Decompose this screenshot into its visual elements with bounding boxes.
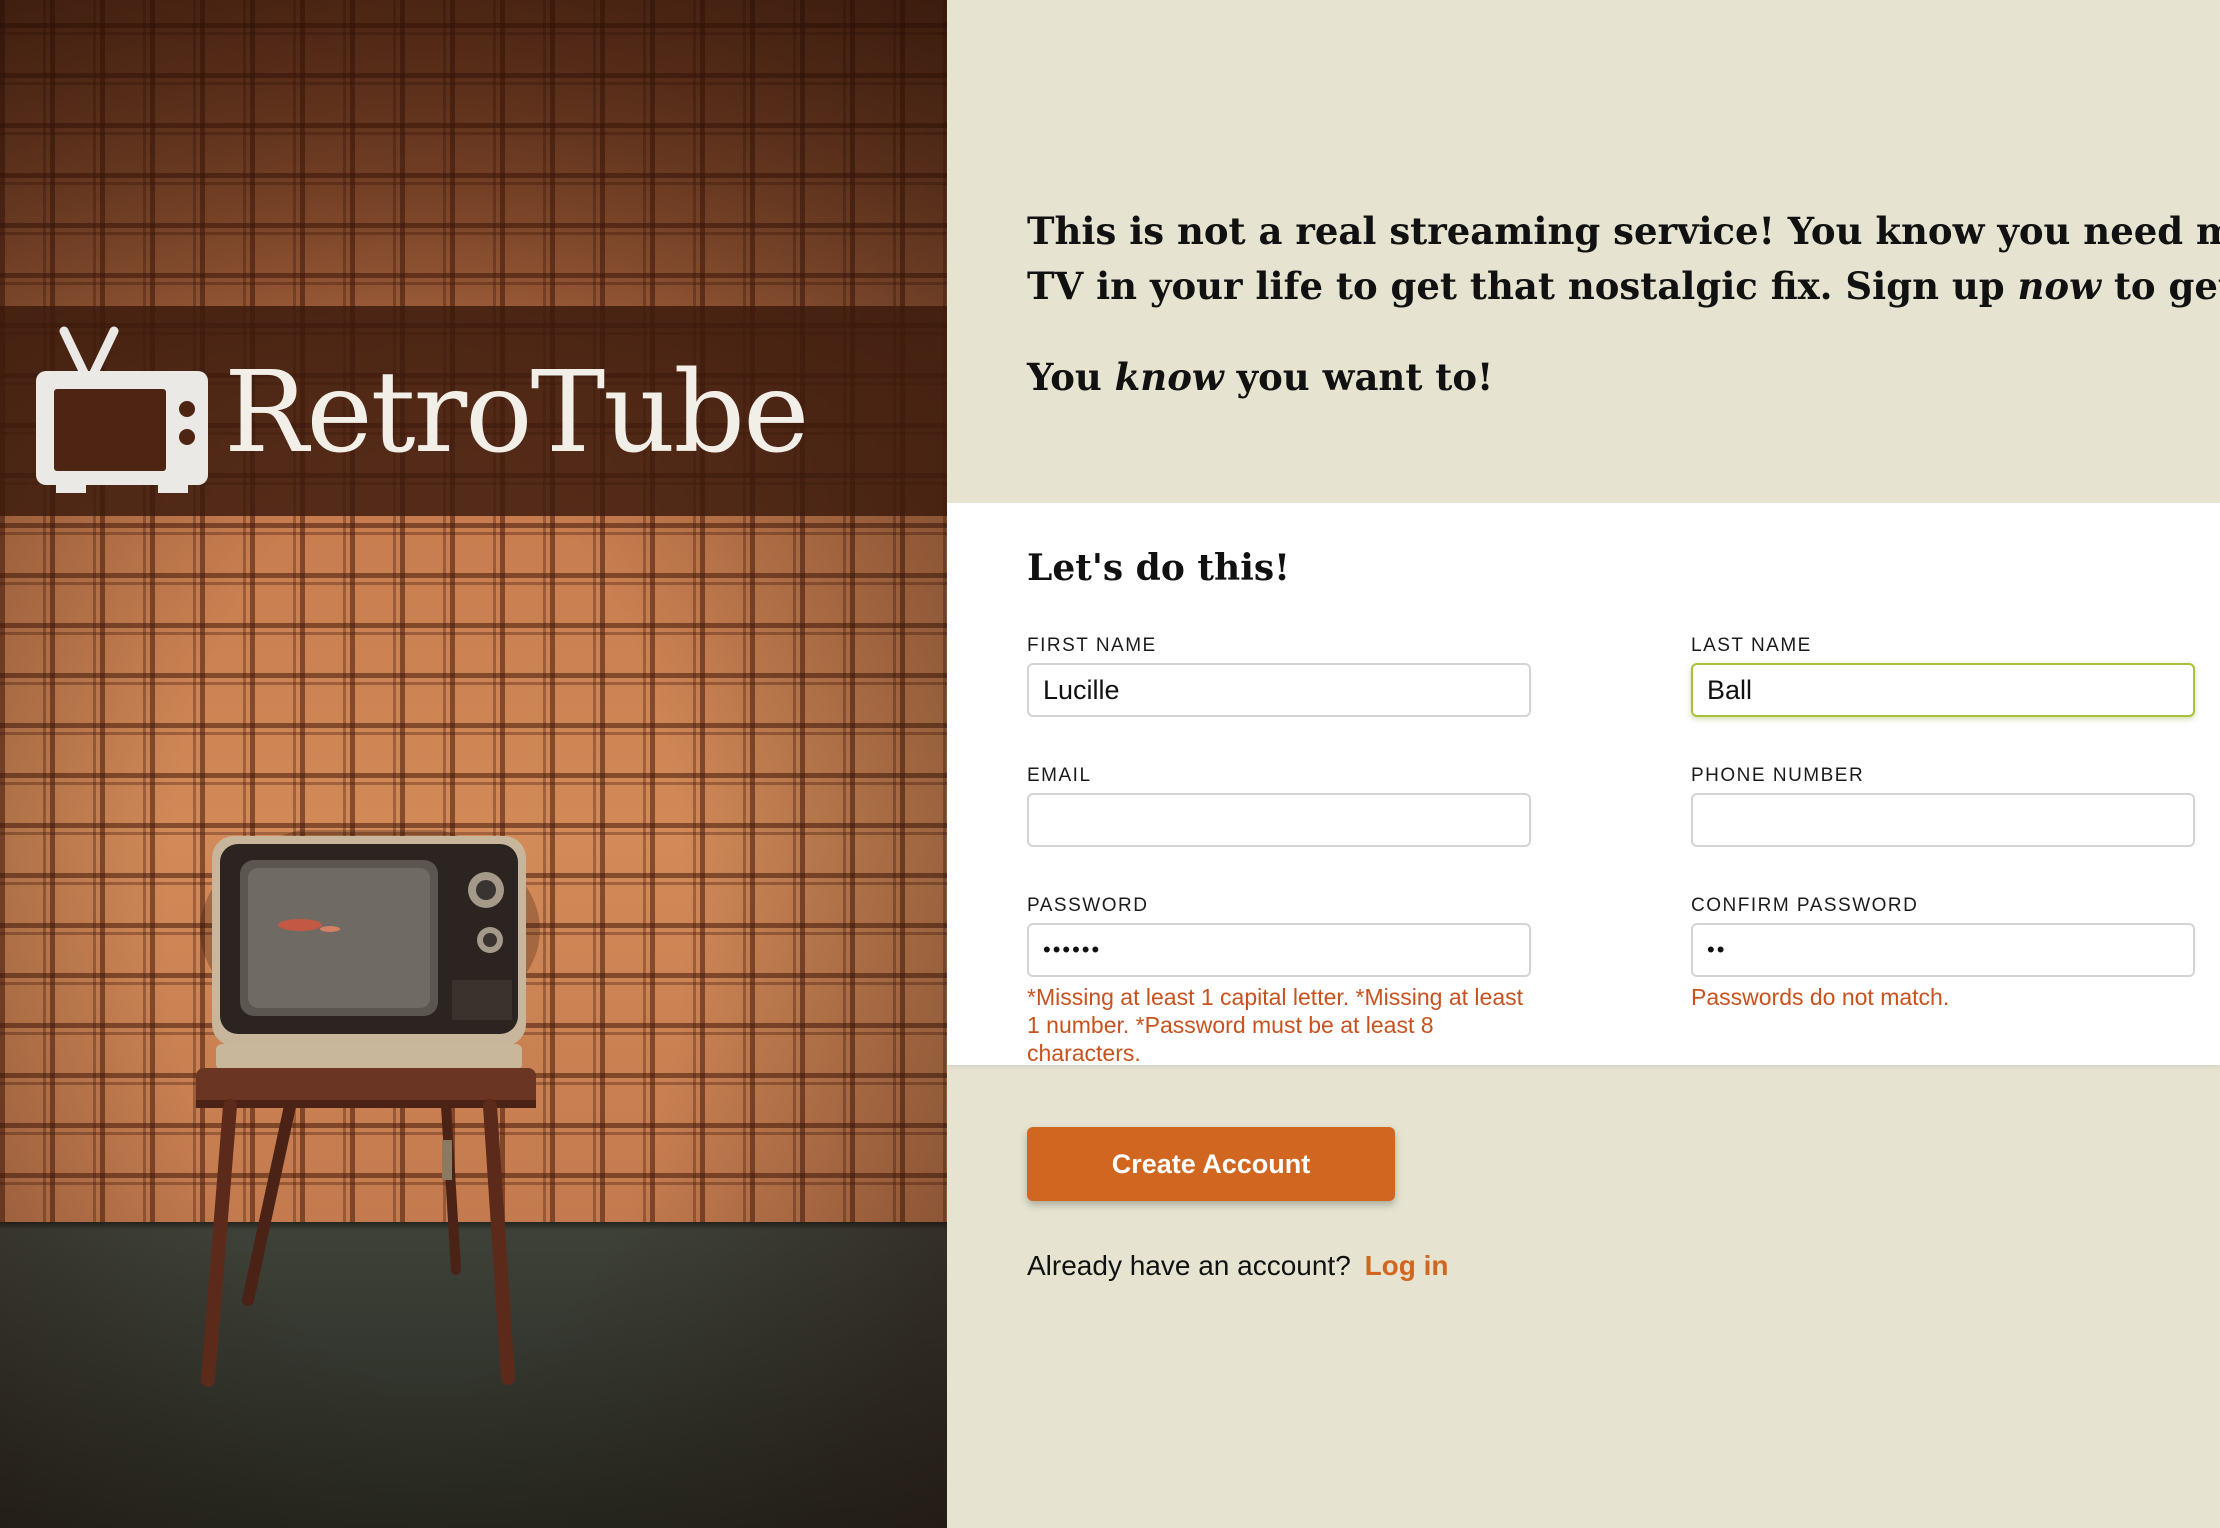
intro-text: This is not a real streaming service! Yo… xyxy=(1027,204,2220,441)
tv-icon xyxy=(36,326,208,493)
password-label: PASSWORD xyxy=(1027,895,1149,916)
create-account-button[interactable]: Create Account xyxy=(1027,1127,1395,1201)
password-group: PASSWORD •••••• *Missing at least 1 capi… xyxy=(1027,895,1531,1067)
last-name-label: LAST NAME xyxy=(1691,635,1812,656)
phone-group: PHONE NUMBER xyxy=(1691,765,2195,847)
last-name-group: LAST NAME Ball xyxy=(1691,635,2195,717)
first-name-input[interactable]: Lucille xyxy=(1027,663,1531,717)
phone-input[interactable] xyxy=(1691,793,2195,847)
email-label: EMAIL xyxy=(1027,765,1092,786)
email-input[interactable] xyxy=(1027,793,1531,847)
brand-title: RetroTube xyxy=(224,348,809,478)
intro-paragraph: This is not a real streaming service! Yo… xyxy=(1027,209,2220,308)
hero-panel: RetroTube xyxy=(0,0,947,1528)
confirm-password-label: CONFIRM PASSWORD xyxy=(1691,895,1919,916)
email-group: EMAIL xyxy=(1027,765,1531,847)
login-link[interactable]: Log in xyxy=(1365,1250,1449,1281)
login-prompt-text: Already have an account? xyxy=(1027,1250,1351,1281)
confirm-password-input[interactable]: •• xyxy=(1691,923,2195,977)
intro-tagline: You know you want to! xyxy=(1027,355,1494,399)
vintage-tv-illustration xyxy=(196,830,540,1387)
password-input[interactable]: •••••• xyxy=(1027,923,1531,977)
password-error: *Missing at least 1 capital letter. *Mis… xyxy=(1027,984,1524,1066)
first-name-label: FIRST NAME xyxy=(1027,635,1157,656)
login-prompt: Already have an account? Log in xyxy=(1027,1250,1449,1282)
content-panel: This is not a real streaming service! Yo… xyxy=(947,0,2220,1528)
last-name-input[interactable]: Ball xyxy=(1691,663,2195,717)
phone-label: PHONE NUMBER xyxy=(1691,765,1865,786)
confirm-password-group: CONFIRM PASSWORD •• Passwords do not mat… xyxy=(1691,895,2195,1011)
confirm-password-error: Passwords do not match. xyxy=(1691,984,1950,1010)
signup-form: Let's do this! FIRST NAME Lucille LAST N… xyxy=(947,503,2220,1067)
first-name-group: FIRST NAME Lucille xyxy=(1027,635,1531,717)
form-title: Let's do this! xyxy=(1027,547,1290,589)
